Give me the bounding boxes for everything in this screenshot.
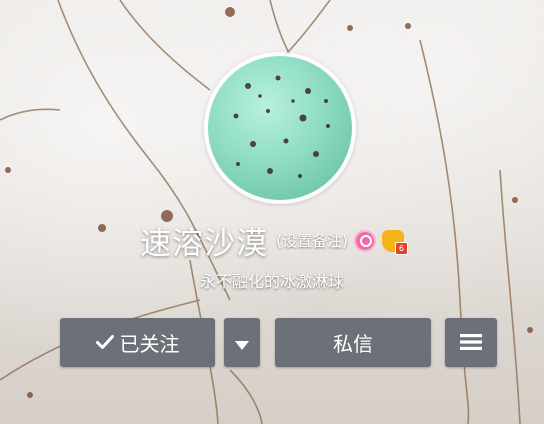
profile-nickname: 速溶沙漠	[140, 226, 269, 262]
profile-bio: 永不融化的冰激淋球	[199, 272, 344, 291]
more-menu-button[interactable]	[445, 318, 497, 367]
private-message-button[interactable]: 私信	[275, 318, 431, 367]
avatar[interactable]	[208, 56, 352, 200]
profile-name-row: 速溶沙漠 (设置备注) 6	[0, 218, 544, 263]
avatar-frame[interactable]	[204, 52, 356, 204]
set-remark-link[interactable]: (设置备注)	[276, 232, 348, 250]
private-message-label: 私信	[333, 332, 373, 356]
checkmark-icon	[95, 331, 114, 355]
crown-level-badge-icon[interactable]: 6	[381, 229, 408, 255]
pink-circle-badge-icon[interactable]	[353, 229, 376, 252]
chevron-down-icon	[235, 331, 249, 355]
followed-button[interactable]: 已关注	[60, 318, 215, 367]
ice-cream-ball-image	[233, 75, 330, 178]
followed-label: 已关注	[119, 332, 180, 356]
follow-options-dropdown-button[interactable]	[224, 318, 260, 367]
hamburger-menu-icon	[460, 331, 482, 355]
level-number: 6	[394, 241, 408, 255]
